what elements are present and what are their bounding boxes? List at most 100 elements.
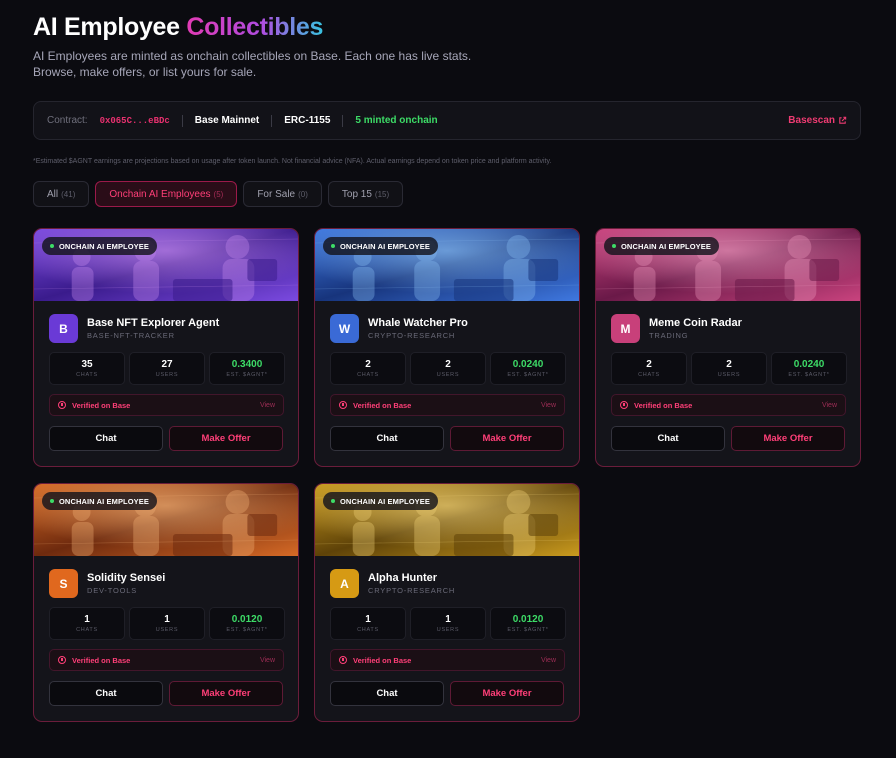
stat-label: USERS xyxy=(155,372,179,378)
stat-label: USERS xyxy=(155,627,179,633)
avatar: S xyxy=(49,569,78,598)
contract-label: Contract: xyxy=(47,115,88,126)
chat-button[interactable]: Chat xyxy=(330,426,444,451)
employee-name[interactable]: Alpha Hunter xyxy=(368,572,437,584)
tab-count: (41) xyxy=(61,189,76,199)
make-offer-button[interactable]: Make Offer xyxy=(450,426,564,451)
view-link[interactable]: View xyxy=(541,402,556,409)
chat-button[interactable]: Chat xyxy=(49,681,163,706)
employee-name[interactable]: Solidity Sensei xyxy=(87,572,165,584)
stat-label: USERS xyxy=(717,372,741,378)
stat-chats: 2 CHATS xyxy=(330,352,406,385)
status-dot-icon xyxy=(50,244,54,248)
stat-label: EST. $AGNT* xyxy=(226,627,268,633)
employee-card[interactable]: ONCHAIN AI EMPLOYEE W Whale Watcher Pro … xyxy=(314,228,580,467)
clock-icon xyxy=(339,656,347,664)
stat-chats: 2 CHATS xyxy=(611,352,687,385)
card-actions: Chat Make Offer xyxy=(611,426,845,451)
badge-label: ONCHAIN AI EMPLOYEE xyxy=(340,496,430,506)
card-actions: Chat Make Offer xyxy=(330,426,564,451)
verified-banner: Verified on Base View xyxy=(330,649,565,671)
stat-label: EST. $AGNT* xyxy=(507,627,549,633)
status-dot-icon xyxy=(331,244,335,248)
basescan-link[interactable]: Basescan xyxy=(788,115,847,126)
stat-label: USERS xyxy=(436,372,460,378)
onchain-badge: ONCHAIN AI EMPLOYEE xyxy=(42,492,157,510)
stat-value: 2 xyxy=(365,359,371,370)
clock-icon xyxy=(58,656,66,664)
stat-label: EST. $AGNT* xyxy=(507,372,549,378)
view-link[interactable]: View xyxy=(260,402,275,409)
employee-card[interactable]: ONCHAIN AI EMPLOYEE M Meme Coin Radar TR… xyxy=(595,228,861,467)
contract-address[interactable]: 0x065C...eBDc xyxy=(100,116,170,126)
chat-button[interactable]: Chat xyxy=(49,426,163,451)
stat-value: 35 xyxy=(81,359,93,370)
badge-label: ONCHAIN AI EMPLOYEE xyxy=(59,496,149,506)
title-part-1: AI Employee xyxy=(33,13,180,41)
tab-onchain[interactable]: Onchain AI Employees (5) xyxy=(95,181,238,207)
stats-row: 2 CHATS 2 USERS 0.0240 EST. $AGNT* xyxy=(611,352,847,385)
stat-earnings: 0.0240 EST. $AGNT* xyxy=(771,352,847,385)
view-link[interactable]: View xyxy=(822,402,837,409)
clock-icon xyxy=(339,401,347,409)
stat-value: 2 xyxy=(445,359,451,370)
card-banner: ONCHAIN AI EMPLOYEE xyxy=(34,229,298,301)
divider xyxy=(181,114,183,127)
stat-earnings: 0.0120 EST. $AGNT* xyxy=(209,607,285,640)
view-link[interactable]: View xyxy=(541,657,556,664)
chat-button[interactable]: Chat xyxy=(611,426,725,451)
external-link-icon xyxy=(839,116,847,124)
badge-label: ONCHAIN AI EMPLOYEE xyxy=(621,241,711,251)
view-link[interactable]: View xyxy=(260,657,275,664)
verified-banner: Verified on Base View xyxy=(611,394,846,416)
card-actions: Chat Make Offer xyxy=(49,681,283,706)
card-banner: ONCHAIN AI EMPLOYEE xyxy=(596,229,860,301)
card-banner: ONCHAIN AI EMPLOYEE xyxy=(315,229,579,301)
tab-label: Top 15 xyxy=(341,188,372,200)
employee-name[interactable]: Base NFT Explorer Agent xyxy=(87,317,219,329)
make-offer-button[interactable]: Make Offer xyxy=(731,426,845,451)
employee-category: CRYPTO-RESEARCH xyxy=(368,586,456,595)
stat-value: 0.0240 xyxy=(793,359,825,370)
employee-name[interactable]: Meme Coin Radar xyxy=(649,317,742,329)
stat-value: 0.3400 xyxy=(231,359,263,370)
tab-all[interactable]: All (41) xyxy=(33,181,90,207)
basescan-label: Basescan xyxy=(788,115,835,126)
make-offer-button[interactable]: Make Offer xyxy=(450,681,564,706)
employee-category: CRYPTO-RESEARCH xyxy=(368,331,456,340)
stats-row: 2 CHATS 2 USERS 0.0240 EST. $AGNT* xyxy=(330,352,566,385)
tab-count: (0) xyxy=(298,189,308,199)
stat-chats: 35 CHATS xyxy=(49,352,125,385)
stat-value: 27 xyxy=(161,359,173,370)
avatar: M xyxy=(611,314,640,343)
verified-label: Verified on Base xyxy=(634,400,693,410)
chat-button[interactable]: Chat xyxy=(330,681,444,706)
stat-value: 2 xyxy=(726,359,732,370)
stat-users: 1 USERS xyxy=(410,607,486,640)
employee-category: TRADING xyxy=(649,331,689,340)
tab-label: All xyxy=(47,188,59,200)
stat-earnings: 0.0240 EST. $AGNT* xyxy=(490,352,566,385)
make-offer-button[interactable]: Make Offer xyxy=(169,681,283,706)
make-offer-button[interactable]: Make Offer xyxy=(169,426,283,451)
stat-value: 1 xyxy=(365,614,371,625)
stat-earnings: 0.0120 EST. $AGNT* xyxy=(490,607,566,640)
tab-for-sale[interactable]: For Sale (0) xyxy=(243,181,322,207)
stat-value: 0.0120 xyxy=(231,614,263,625)
minted-count: 5 minted onchain xyxy=(355,115,438,126)
employee-name[interactable]: Whale Watcher Pro xyxy=(368,317,468,329)
verified-label: Verified on Base xyxy=(353,655,412,665)
employee-card[interactable]: ONCHAIN AI EMPLOYEE A Alpha Hunter CRYPT… xyxy=(314,483,580,722)
verified-label: Verified on Base xyxy=(72,655,131,665)
verified-banner: Verified on Base View xyxy=(49,394,284,416)
stat-label: EST. $AGNT* xyxy=(788,372,830,378)
employee-card[interactable]: ONCHAIN AI EMPLOYEE S Solidity Sensei DE… xyxy=(33,483,299,722)
divider xyxy=(271,114,273,127)
tab-top-15[interactable]: Top 15 (15) xyxy=(327,181,404,207)
tab-label: For Sale xyxy=(257,188,296,200)
stat-value: 0.0120 xyxy=(512,614,544,625)
employee-card[interactable]: ONCHAIN AI EMPLOYEE B Base NFT Explorer … xyxy=(33,228,299,467)
stats-row: 1 CHATS 1 USERS 0.0120 EST. $AGNT* xyxy=(330,607,566,640)
stat-label: CHATS xyxy=(76,372,98,378)
stat-users: 1 USERS xyxy=(129,607,205,640)
